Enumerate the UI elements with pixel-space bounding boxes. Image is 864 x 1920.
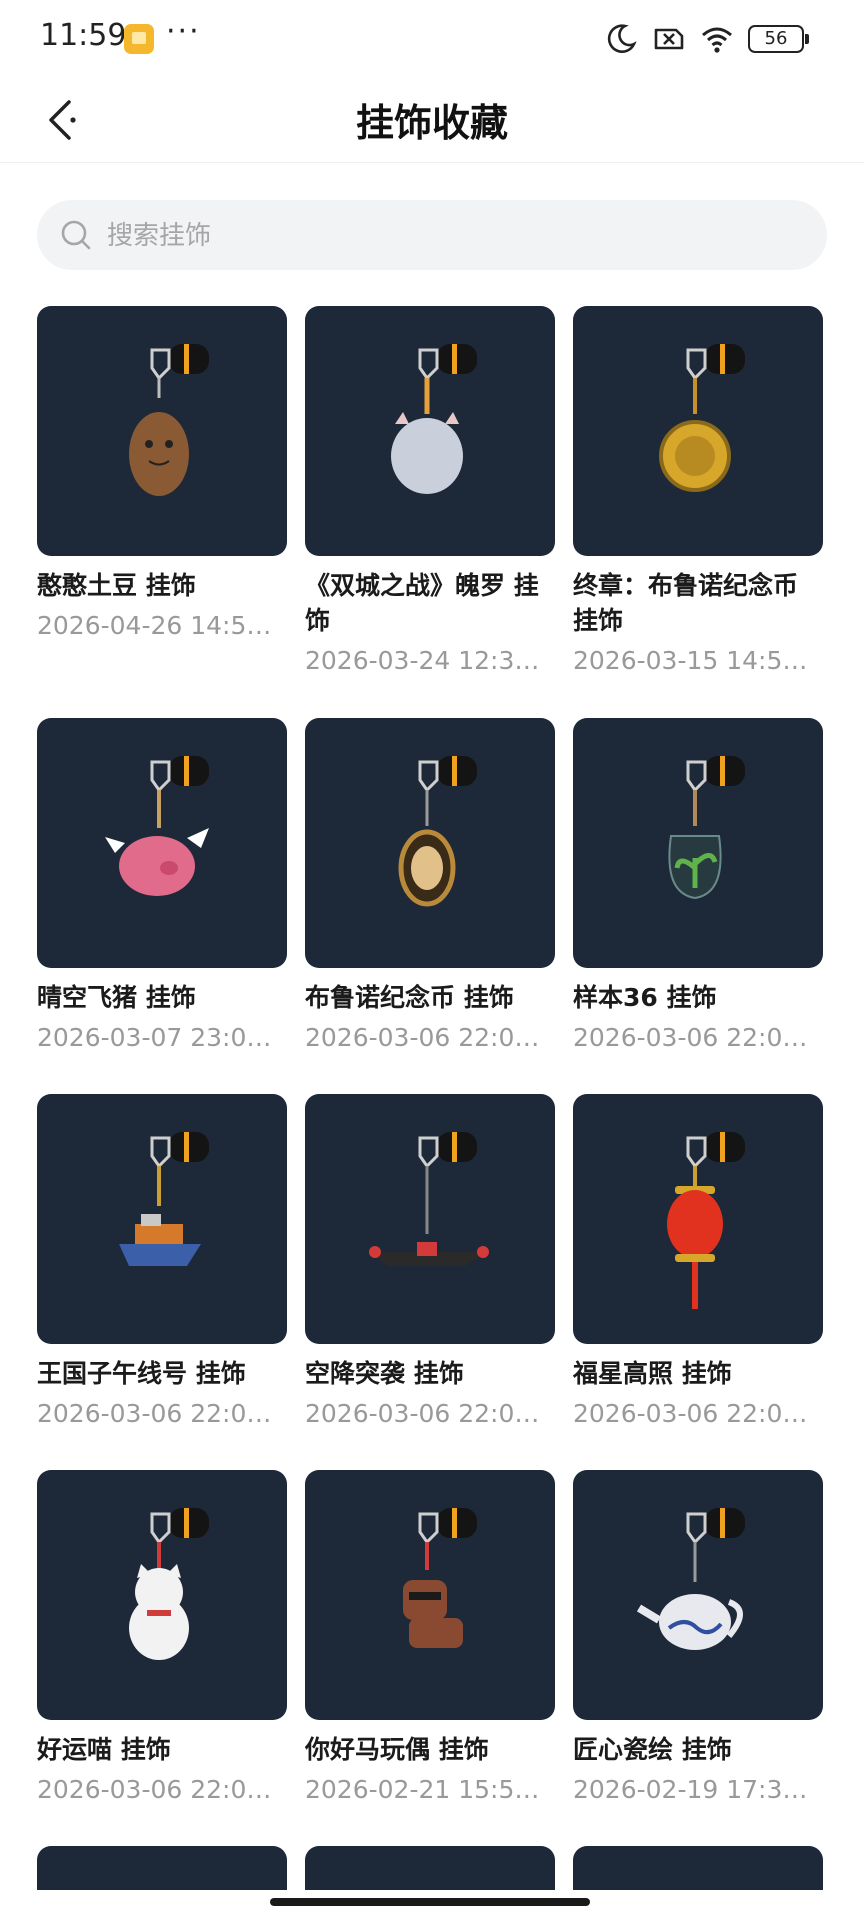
charm-date: 2026-02-19 17:35… (573, 1775, 823, 1804)
charm-figure (636, 1542, 743, 1650)
charm-date: 2026-03-24 12:3… (305, 646, 540, 675)
charm-figure (119, 1166, 201, 1266)
charm-thumbnail[interactable] (37, 1094, 287, 1344)
charm-date: 2026-02-21 15:50… (305, 1775, 555, 1804)
charm-card[interactable]: 王国子午线号 挂饰 2026-03-06 22:0… (37, 1094, 287, 1428)
charm-card[interactable]: 好运喵 挂饰 2026-03-06 22:0… (37, 1470, 287, 1804)
charm-thumbnail[interactable] (573, 1094, 823, 1344)
notification-app-icon (124, 24, 154, 54)
charm-card[interactable]: 空降突袭 挂饰 2026-03-06 22:0… (305, 1094, 555, 1428)
charm-thumbnail-partial[interactable] (37, 1846, 287, 1890)
charm-figure (105, 790, 209, 896)
charm-figure (367, 1166, 489, 1266)
charm-clip-icon (150, 344, 209, 398)
charm-clip-icon (418, 1132, 477, 1186)
no-sim-icon (654, 28, 684, 50)
page-title: 挂饰收藏 (355, 101, 508, 145)
moon-icon (607, 24, 637, 53)
charm-date: 2026-03-06 22:0… (573, 1399, 808, 1428)
charm-card[interactable]: 终章：布鲁诺纪念币 挂饰 2026-03-15 14:53… (573, 306, 823, 675)
charm-date: 2026-04-26 14:5… (37, 611, 272, 640)
charm-date: 2026-03-06 22:0… (37, 1775, 272, 1804)
charm-name: 你好马玩偶 挂饰 (305, 1735, 489, 1764)
charm-figure (391, 378, 463, 494)
charm-date: 2026-03-06 22:0… (305, 1023, 540, 1052)
charm-name: 憨憨土豆 挂饰 (37, 571, 196, 600)
charm-thumbnail[interactable] (573, 306, 823, 556)
charm-figure (668, 790, 722, 900)
charm-name: 终章：布鲁诺纪念币 挂饰 (573, 571, 799, 635)
charm-figure (403, 1542, 463, 1648)
charm-name: 福星高照 挂饰 (573, 1359, 732, 1388)
search-input[interactable] (105, 200, 809, 272)
charm-name: 好运喵 挂饰 (37, 1735, 171, 1764)
charm-date: 2026-03-06 22:0… (305, 1399, 540, 1428)
charm-thumbnail[interactable] (37, 1470, 287, 1720)
charm-card[interactable]: 晴空飞猪 挂饰 2026-03-07 23:0… (37, 718, 287, 1052)
charm-date: 2026-03-06 22:0… (573, 1023, 808, 1052)
charm-card[interactable]: 《双城之战》魄罗 挂饰 2026-03-24 12:3… (305, 306, 555, 675)
status-bar: 11:59 ··· 56 (0, 0, 864, 80)
charm-card[interactable]: 福星高照 挂饰 2026-03-06 22:0… (573, 1094, 823, 1428)
more-notifications-icon: ··· (166, 14, 201, 49)
search-icon (61, 220, 91, 250)
charm-thumbnail[interactable] (305, 1470, 555, 1720)
charm-thumbnail[interactable] (305, 1094, 555, 1344)
charm-name: 样本36 挂饰 (573, 983, 717, 1012)
status-icons: 56 (604, 22, 809, 56)
charm-thumbnail[interactable] (305, 718, 555, 968)
charm-figure (129, 1542, 189, 1660)
charm-thumbnail[interactable] (573, 1470, 823, 1720)
nav-header: 挂饰收藏 (0, 80, 864, 163)
charm-card[interactable]: 样本36 挂饰 2026-03-06 22:0… (573, 718, 823, 1052)
wifi-icon (702, 27, 732, 53)
charm-name: 布鲁诺纪念币 挂饰 (305, 983, 514, 1012)
charm-clip-icon (418, 756, 477, 810)
charm-thumbnail[interactable] (37, 306, 287, 556)
charm-thumbnail-partial[interactable] (305, 1846, 555, 1890)
status-time: 11:59 (40, 18, 127, 53)
charm-card[interactable]: 匠心瓷绘 挂饰 2026-02-19 17:35… (573, 1470, 823, 1804)
charm-thumbnail[interactable] (37, 718, 287, 968)
charm-name: 王国子午线号 挂饰 (37, 1359, 246, 1388)
charm-name: 晴空飞猪 挂饰 (37, 983, 196, 1012)
charm-date: 2026-03-06 22:0… (37, 1399, 272, 1428)
home-indicator[interactable] (270, 1898, 590, 1906)
charm-name: 空降突袭 挂饰 (305, 1359, 464, 1388)
battery-indicator: 56 (748, 25, 809, 53)
charm-thumbnail[interactable] (573, 718, 823, 968)
charm-card[interactable]: 憨憨土豆 挂饰 2026-04-26 14:5… (37, 306, 287, 640)
search-bar[interactable] (37, 200, 827, 272)
charm-clip-icon (686, 1508, 745, 1562)
charm-figure (398, 790, 456, 907)
charm-figure (667, 1166, 723, 1309)
charm-date: 2026-03-07 23:0… (37, 1023, 272, 1052)
charm-name: 匠心瓷绘 挂饰 (573, 1735, 732, 1764)
charm-figure (129, 412, 189, 496)
charm-thumbnail-partial[interactable] (573, 1846, 823, 1890)
charm-figure (659, 378, 731, 492)
charm-card[interactable]: 你好马玩偶 挂饰 2026-02-21 15:50… (305, 1470, 555, 1804)
charm-thumbnail[interactable] (305, 306, 555, 556)
charm-card[interactable]: 布鲁诺纪念币 挂饰 2026-03-06 22:0… (305, 718, 555, 1052)
charm-name: 《双城之战》魄罗 挂饰 (305, 571, 539, 635)
charm-date: 2026-03-15 14:53… (573, 646, 823, 675)
